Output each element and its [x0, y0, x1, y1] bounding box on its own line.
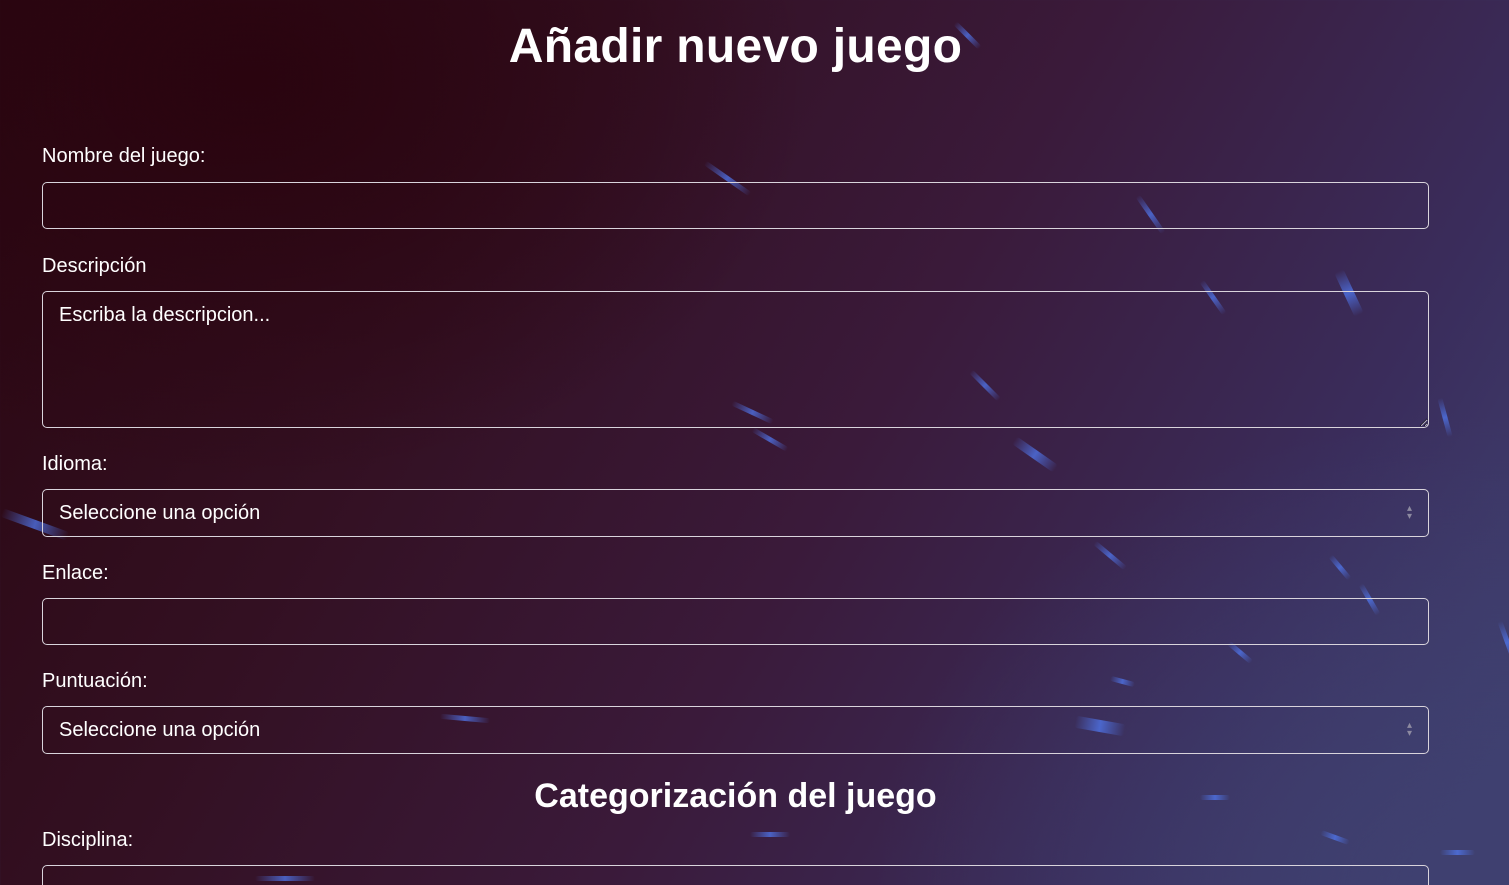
discipline-label: Disciplina:	[42, 829, 134, 851]
link-label: Enlace:	[42, 562, 109, 584]
section-title-categorization: Categorización del juego	[534, 777, 937, 815]
add-game-form: Añadir nuevo juego Nombre del juego: Des…	[42, 0, 1429, 885]
discipline-input[interactable]	[42, 865, 1429, 885]
select-chevron-icon: ▴ ▾	[1406, 720, 1412, 739]
game-name-input[interactable]	[42, 182, 1429, 229]
page-title: Añadir nuevo juego	[508, 20, 963, 73]
link-input[interactable]	[42, 598, 1429, 645]
select-chevron-icon: ▴ ▾	[1406, 503, 1412, 522]
game-name-label: Nombre del juego:	[42, 145, 206, 167]
description-label: Descripción	[42, 255, 147, 277]
language-select[interactable]: Seleccione una opción ▴ ▾	[42, 489, 1429, 537]
score-select-value: Seleccione una opción	[59, 718, 261, 741]
description-textarea[interactable]	[42, 291, 1429, 428]
language-label: Idioma:	[42, 453, 108, 475]
score-select[interactable]: Seleccione una opción ▴ ▾	[42, 706, 1429, 754]
language-select-value: Seleccione una opción	[59, 501, 261, 524]
score-label: Puntuación:	[42, 670, 148, 692]
